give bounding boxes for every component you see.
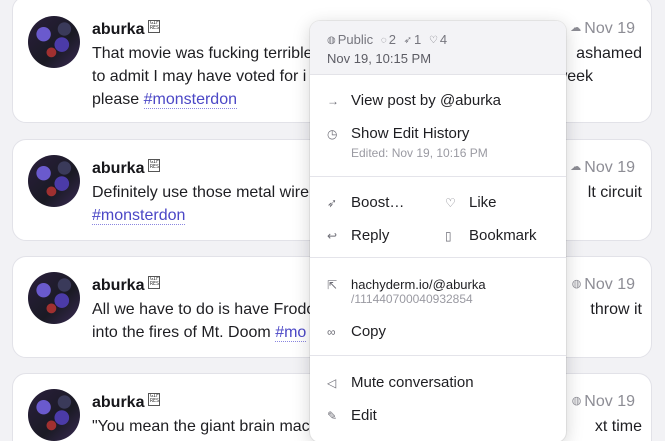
- pencil-icon: ✎: [327, 409, 338, 423]
- author-name[interactable]: aburka GIF RES: [92, 276, 161, 295]
- text-segment: Definitely use those metal wire: [92, 184, 309, 201]
- post-meta: ◍ Nov 19: [572, 393, 635, 411]
- globe-icon: ◍: [571, 278, 582, 290]
- hashtag-link[interactable]: #mo: [275, 324, 307, 342]
- author-name[interactable]: aburka GIF RES: [92, 393, 161, 412]
- post-datetime: Nov 19, 10:15 PM: [327, 51, 432, 66]
- avatar[interactable]: [28, 155, 80, 207]
- gif-badge-icon: GIF RES: [148, 276, 161, 289]
- boost-count-icon: ➶: [403, 35, 412, 46]
- reply-count-icon: ◌: [380, 35, 387, 46]
- gif-badge-icon: GIF RES: [148, 20, 161, 33]
- text-segment: lt circuit: [587, 184, 642, 201]
- post-context-menu: ◍ Public ◌ 2 ➶ 1 ♡ 4 Nov 19, 10:15 PM → View …: [310, 21, 566, 441]
- menu-item-label: Like: [469, 194, 497, 211]
- post-date[interactable]: Nov 19: [584, 276, 635, 293]
- show-edit-history-button[interactable]: ◷ Show Edit History: [327, 124, 469, 148]
- menu-item-label: Bookmark: [469, 227, 537, 244]
- hashtag-link[interactable]: #monsterdon: [143, 91, 237, 109]
- text-segment: All we have to do is have Frodo: [92, 301, 316, 318]
- author-name-text: aburka: [92, 21, 145, 38]
- author-name[interactable]: aburka GIF RES: [92, 159, 161, 178]
- text-segment: please: [92, 91, 144, 108]
- boost-count: 1: [413, 32, 422, 47]
- author-name-text: aburka: [92, 277, 145, 294]
- post-date[interactable]: Nov 19: [584, 393, 635, 410]
- edit-button[interactable]: ✎ Edit: [327, 406, 377, 430]
- menu-header: ◍ Public ◌ 2 ➶ 1 ♡ 4 Nov 19, 10:15 PM: [310, 21, 566, 75]
- menu-item-label: Reply: [351, 227, 390, 244]
- avatar[interactable]: [28, 272, 80, 324]
- post-meta: ☁ Nov 19: [570, 20, 635, 38]
- hashtag-link[interactable]: #monsterdon: [92, 207, 186, 225]
- mute-conversation-button[interactable]: ◁ Mute conversation: [327, 373, 474, 397]
- avatar[interactable]: [28, 389, 80, 441]
- text-segment: ashamed: [576, 45, 642, 62]
- post-date[interactable]: Nov 19: [584, 20, 635, 37]
- post-date[interactable]: Nov 19: [584, 159, 635, 176]
- menu-item-label: View post by @aburka: [351, 92, 502, 109]
- text-segment: xt time: [594, 418, 642, 435]
- clock-icon: ◷: [327, 127, 338, 141]
- reply-icon: ↩: [327, 229, 338, 243]
- like-count: 4: [439, 32, 448, 47]
- arrow-right-icon: →: [327, 94, 339, 108]
- like-button[interactable]: ♡ Like: [445, 193, 497, 217]
- post-meta: ◍ Nov 19: [572, 276, 635, 294]
- author-name[interactable]: aburka GIF RES: [92, 20, 161, 39]
- author-name-text: aburka: [92, 394, 145, 411]
- text-segment: "You mean the giant brain mac: [92, 418, 310, 435]
- globe-icon: ◍: [327, 35, 336, 46]
- edited-timestamp: Edited: Nov 19, 10:16 PM: [351, 146, 488, 160]
- menu-item-label: Mute conversation: [351, 374, 474, 391]
- text-segment: That movie was fucking terrible: [92, 45, 313, 62]
- copy-button[interactable]: ∞ Copy: [327, 322, 386, 346]
- globe-icon: ◍: [571, 395, 582, 407]
- boost-button[interactable]: ➶ Boost…: [327, 193, 404, 217]
- menu-divider: [310, 176, 566, 177]
- post-stats: ◍ Public ◌ 2 ➶ 1 ♡ 4: [327, 32, 447, 47]
- post-url: hachyderm.io/@aburka: [351, 277, 486, 292]
- text-segment: to admit I may have voted for i: [92, 68, 307, 85]
- menu-item-label: Boost…: [351, 194, 405, 211]
- reply-count: 2: [388, 32, 396, 47]
- view-post-button[interactable]: → View post by @aburka: [327, 91, 501, 115]
- post-meta: ☁ Nov 19: [570, 159, 635, 177]
- quote-icon: ☁: [570, 161, 582, 173]
- bookmark-button[interactable]: ▯ Bookmark: [445, 226, 537, 250]
- rocket-icon: ➶: [327, 196, 338, 210]
- author-name-text: aburka: [92, 160, 145, 177]
- quote-icon: ☁: [570, 22, 582, 34]
- like-count-icon: ♡: [428, 35, 438, 46]
- menu-item-label: Edit: [351, 407, 377, 424]
- menu-divider: [310, 257, 566, 258]
- link-icon: ∞: [327, 325, 336, 339]
- text-segment: throw it: [590, 301, 642, 318]
- heart-icon: ♡: [445, 196, 456, 210]
- avatar[interactable]: [28, 16, 80, 68]
- bookmark-icon: ▯: [445, 229, 452, 243]
- visibility-label: Public: [337, 32, 374, 47]
- gif-badge-icon: GIF RES: [148, 159, 161, 172]
- post-url-path: /111440700040932854: [351, 292, 473, 306]
- reply-button[interactable]: ↩ Reply: [327, 226, 389, 250]
- text-segment: into the fires of Mt. Doom: [92, 324, 276, 341]
- external-link-icon: ⇱: [327, 278, 338, 292]
- menu-divider: [310, 355, 566, 356]
- menu-item-label: Copy: [351, 323, 387, 340]
- gif-badge-icon: GIF RES: [148, 393, 161, 406]
- mute-icon: ◁: [327, 376, 337, 390]
- menu-item-label: Show Edit History: [351, 125, 470, 142]
